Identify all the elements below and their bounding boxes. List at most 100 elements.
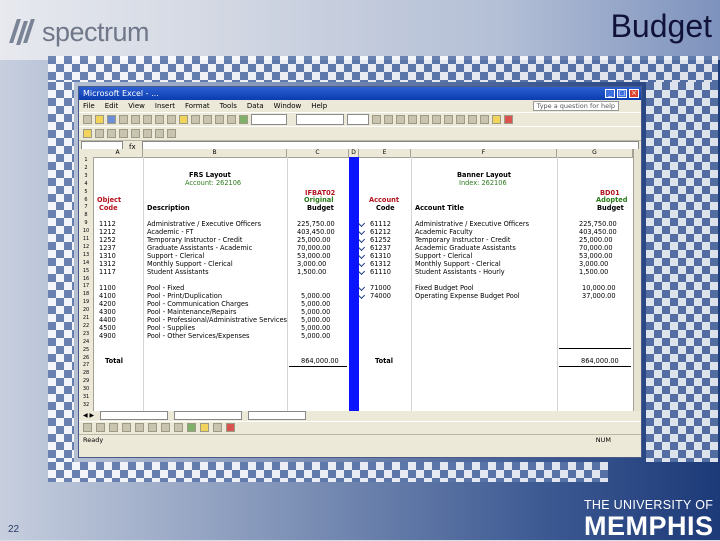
- align-left-icon[interactable]: [408, 115, 417, 124]
- underline-icon[interactable]: [396, 115, 405, 124]
- row-header[interactable]: 1: [79, 157, 93, 163]
- row-header[interactable]: 15: [79, 268, 93, 274]
- review-icon-5[interactable]: [143, 129, 152, 138]
- print-icon[interactable]: [119, 115, 128, 124]
- row-header[interactable]: 21: [79, 315, 93, 321]
- col-header-d[interactable]: D: [349, 149, 359, 157]
- col-header-g[interactable]: G: [557, 149, 633, 157]
- row-header[interactable]: 8: [79, 212, 93, 218]
- undo-icon[interactable]: [191, 115, 200, 124]
- menu-view[interactable]: View: [128, 102, 145, 110]
- row-header[interactable]: 7: [79, 204, 93, 210]
- sheet-tab-3[interactable]: [248, 411, 307, 420]
- new-icon[interactable]: [83, 115, 92, 124]
- row-header[interactable]: 9: [79, 220, 93, 226]
- row-header[interactable]: 26: [79, 355, 93, 361]
- worksheet-grid[interactable]: A B C D E F G 1 2 3 4 5 6 7 8 9 10 11 12 13 14 15 16 17 1…: [79, 149, 633, 411]
- sheet-tab-1[interactable]: [100, 411, 169, 420]
- percent-icon[interactable]: [468, 115, 477, 124]
- open-icon[interactable]: [95, 115, 104, 124]
- row-header[interactable]: 3: [79, 173, 93, 179]
- text-color-icon[interactable]: [226, 423, 235, 432]
- borders-icon[interactable]: [480, 115, 489, 124]
- align-center-icon[interactable]: [420, 115, 429, 124]
- save-icon[interactable]: [107, 115, 116, 124]
- col-header-f[interactable]: F: [411, 149, 557, 157]
- minimize-icon[interactable]: _: [605, 89, 615, 98]
- textbox-icon[interactable]: [174, 423, 183, 432]
- row-header[interactable]: 4: [79, 181, 93, 187]
- row-header[interactable]: 10: [79, 228, 93, 234]
- autoshapes-icon[interactable]: [109, 423, 118, 432]
- chart-icon[interactable]: [239, 115, 248, 124]
- review-icon-6[interactable]: [155, 129, 164, 138]
- italic-icon[interactable]: [384, 115, 393, 124]
- zoom-select[interactable]: [251, 114, 287, 125]
- row-header[interactable]: 32: [79, 402, 93, 408]
- select-objects-icon[interactable]: [96, 423, 105, 432]
- menu-file[interactable]: File: [83, 102, 95, 110]
- merge-icon[interactable]: [444, 115, 453, 124]
- row-header[interactable]: 6: [79, 197, 93, 203]
- menu-data[interactable]: Data: [247, 102, 264, 110]
- col-header-e[interactable]: E: [359, 149, 411, 157]
- sort-icon[interactable]: [227, 115, 236, 124]
- bold-icon[interactable]: [372, 115, 381, 124]
- rectangle-icon[interactable]: [148, 423, 157, 432]
- col-header-a[interactable]: A: [93, 149, 143, 157]
- folder-icon[interactable]: [83, 129, 92, 138]
- paste-icon[interactable]: [179, 115, 188, 124]
- row-header[interactable]: 30: [79, 386, 93, 392]
- arrow-icon[interactable]: [135, 423, 144, 432]
- draw-icon[interactable]: [83, 423, 92, 432]
- vertical-scrollbar[interactable]: [633, 149, 641, 411]
- row-header[interactable]: 29: [79, 378, 93, 384]
- menu-insert[interactable]: Insert: [155, 102, 175, 110]
- font-select[interactable]: [296, 114, 344, 125]
- row-header[interactable]: 2: [79, 165, 93, 171]
- col-header-c[interactable]: C: [287, 149, 349, 157]
- row-header[interactable]: 20: [79, 307, 93, 313]
- preview-icon[interactable]: [131, 115, 140, 124]
- col-header-b[interactable]: B: [143, 149, 287, 157]
- copy-icon[interactable]: [167, 115, 176, 124]
- row-header[interactable]: 27: [79, 362, 93, 368]
- row-header[interactable]: 14: [79, 260, 93, 266]
- menu-help[interactable]: Help: [311, 102, 327, 110]
- row-header[interactable]: 22: [79, 323, 93, 329]
- spelling-icon[interactable]: [143, 115, 152, 124]
- row-header[interactable]: 25: [79, 347, 93, 353]
- row-header[interactable]: 31: [79, 394, 93, 400]
- review-icon-1[interactable]: [95, 129, 104, 138]
- help-search-box[interactable]: Type a question for help: [532, 101, 619, 111]
- review-icon-4[interactable]: [131, 129, 140, 138]
- clipart-icon[interactable]: [187, 423, 196, 432]
- review-icon-3[interactable]: [119, 129, 128, 138]
- maximize-icon[interactable]: □: [617, 89, 627, 98]
- row-header[interactable]: 16: [79, 276, 93, 282]
- fill-color-icon[interactable]: [492, 115, 501, 124]
- row-header[interactable]: 13: [79, 252, 93, 258]
- row-header[interactable]: 5: [79, 189, 93, 195]
- font-color-icon[interactable]: [504, 115, 513, 124]
- row-header[interactable]: 11: [79, 236, 93, 242]
- menu-window[interactable]: Window: [274, 102, 302, 110]
- oval-icon[interactable]: [161, 423, 170, 432]
- tab-nav-icon[interactable]: ◀ ▶: [83, 412, 94, 419]
- currency-icon[interactable]: [456, 115, 465, 124]
- row-header[interactable]: 17: [79, 283, 93, 289]
- fill-icon[interactable]: [200, 423, 209, 432]
- font-size-select[interactable]: [347, 114, 369, 125]
- review-icon-7[interactable]: [167, 129, 176, 138]
- row-header[interactable]: 12: [79, 244, 93, 250]
- row-header[interactable]: 18: [79, 291, 93, 297]
- line-icon[interactable]: [122, 423, 131, 432]
- row-header[interactable]: 23: [79, 331, 93, 337]
- sheet-tab-2[interactable]: [174, 411, 243, 420]
- menu-format[interactable]: Format: [185, 102, 210, 110]
- align-right-icon[interactable]: [432, 115, 441, 124]
- row-header[interactable]: 19: [79, 299, 93, 305]
- review-icon-2[interactable]: [107, 129, 116, 138]
- row-header[interactable]: 28: [79, 370, 93, 376]
- menu-tools[interactable]: Tools: [220, 102, 237, 110]
